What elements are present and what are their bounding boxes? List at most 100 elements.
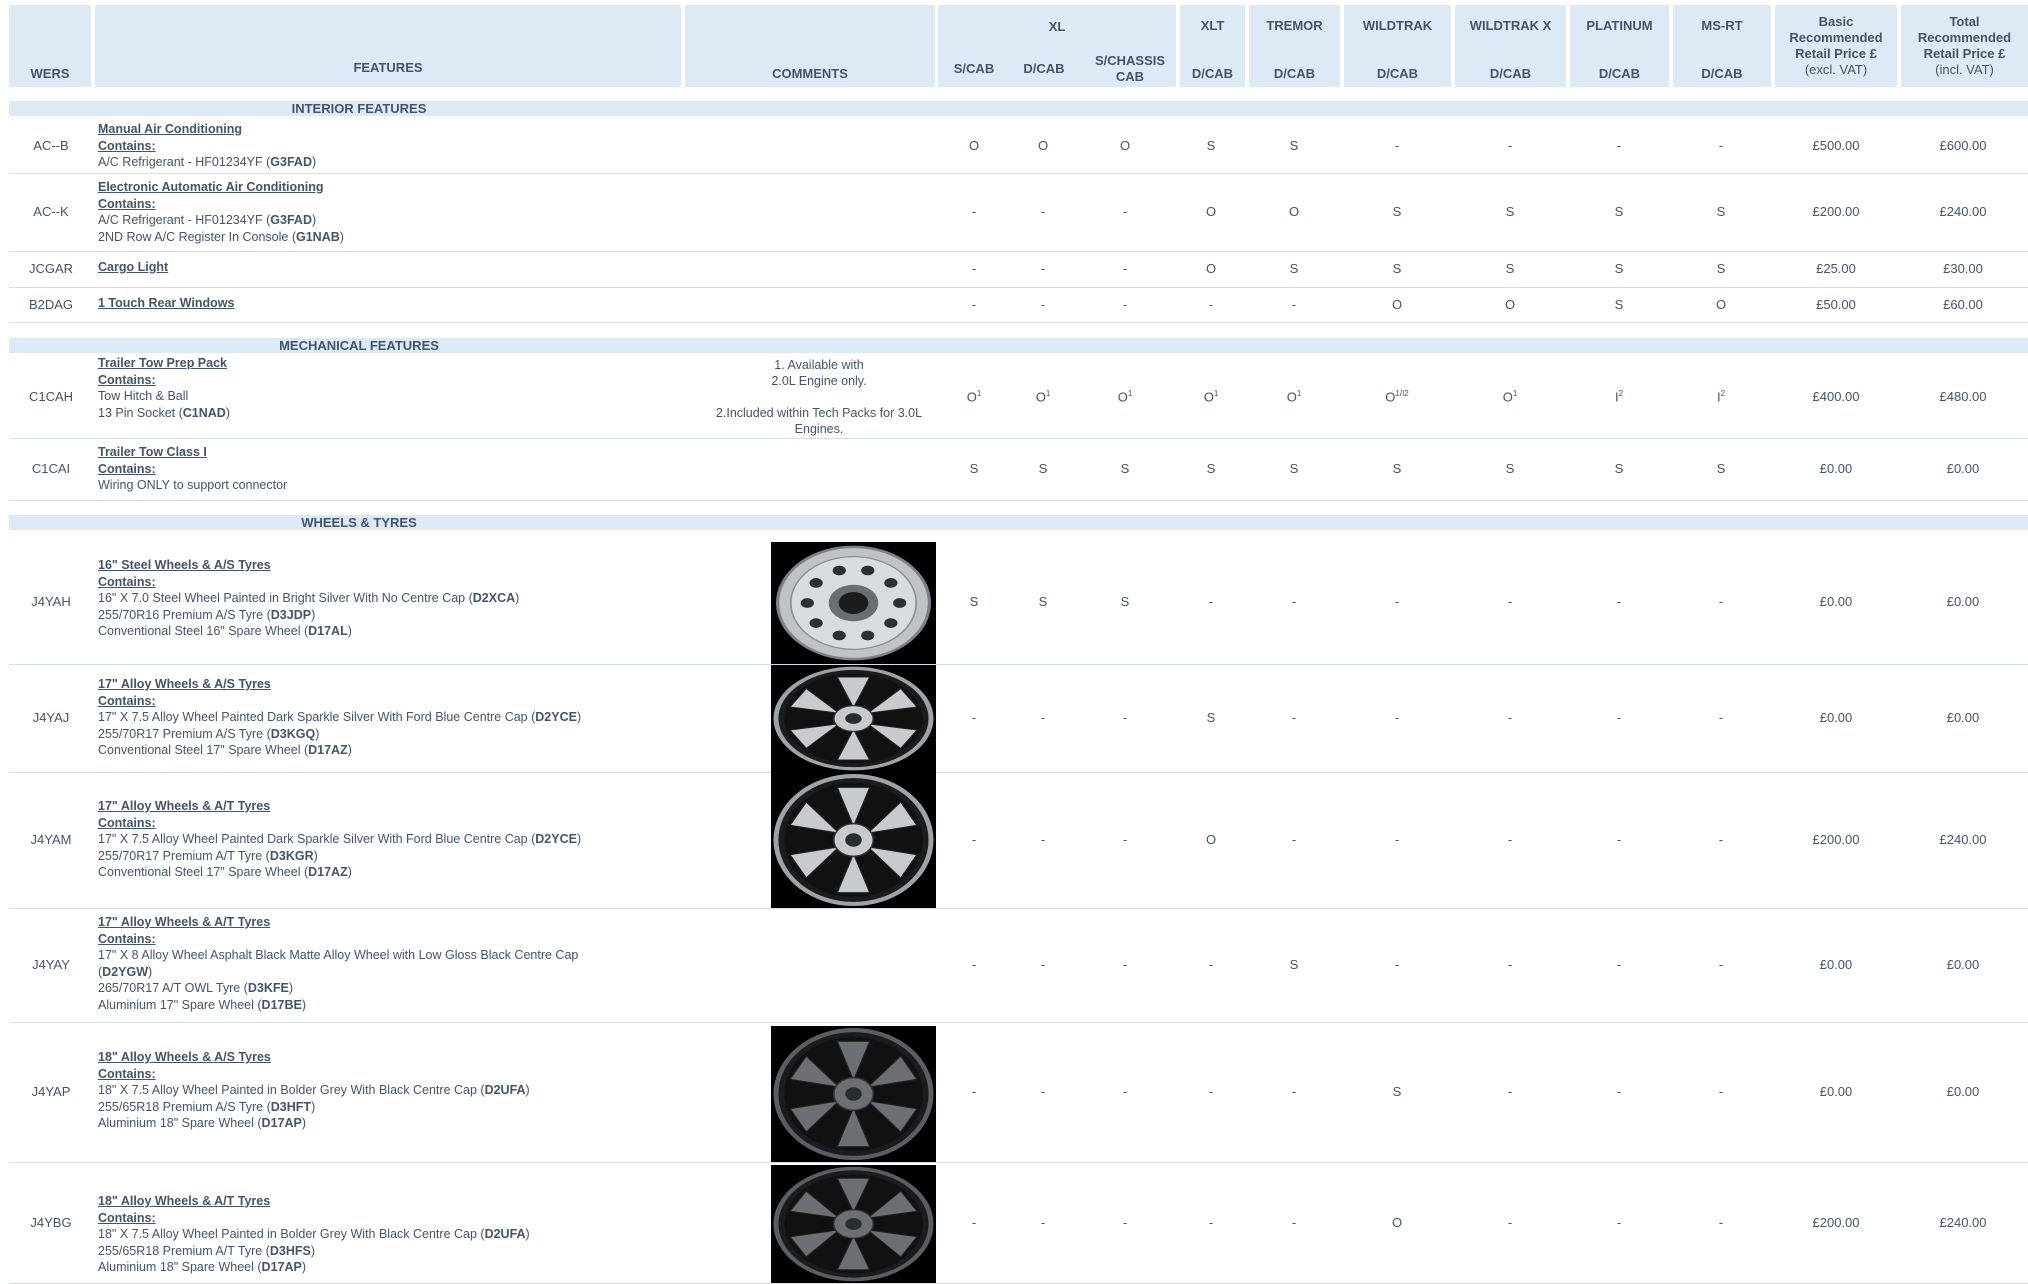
availability-code: -: [1122, 261, 1128, 276]
part-code: D3KGQ: [270, 726, 316, 741]
part-code: D2YCE: [535, 832, 577, 846]
feature-line: 2ND Row A/C Register In Console (G1NAB): [98, 229, 618, 246]
part-code: D3JDP: [270, 607, 312, 622]
feature-line: Aluminium 18" Spare Wheel (D17AP): [98, 1259, 618, 1276]
availability-code: O: [1715, 296, 1727, 312]
availability-cell: S: [1254, 261, 1334, 276]
line-text: 13 Pin Socket (: [98, 405, 183, 420]
basic-price: £0.00: [1819, 1084, 1853, 1099]
section-wheels: WHEELS & TYRES: [9, 515, 2028, 530]
availability-code: -: [1718, 710, 1724, 725]
line-suffix: ): [347, 865, 352, 879]
line-text: 255/70R16 Premium A/S Tyre (: [98, 607, 271, 622]
availability-code: -: [1040, 261, 1046, 276]
table-row: J4YAY 17" Alloy Wheels & A/T Tyres Contain…: [9, 908, 2028, 1023]
part-code: D3KFE: [247, 981, 289, 995]
availability-cell: S: [1171, 461, 1251, 476]
availability-code: -: [971, 957, 977, 972]
wers-code: AC--K: [33, 204, 69, 219]
availability-cell: I2: [1579, 389, 1659, 404]
availability-cell: -: [1579, 832, 1659, 847]
availability-cell: -: [1254, 710, 1334, 725]
footnote-marker: 1: [1213, 388, 1219, 398]
availability-cell: -: [1579, 1084, 1659, 1099]
availability-code: S: [1289, 461, 1299, 476]
basic-price: £200.00: [1812, 1214, 1860, 1230]
contains-label: Contains:: [98, 1210, 156, 1225]
feature-description: 16" Steel Wheels & A/S Tyres Contains: 16"…: [98, 557, 618, 640]
total-price: £0.00: [1946, 957, 1980, 972]
availability-code: -: [1291, 832, 1297, 847]
line-text: A/C Refrigerant - HF01234YF (: [98, 155, 271, 169]
feature-line: 17" X 8 Alloy Wheel Asphalt Black Matte …: [98, 947, 618, 964]
availability-code: S: [1614, 204, 1624, 219]
footnote-marker: 2: [1618, 388, 1624, 398]
availability-cell: -: [1085, 1215, 1165, 1230]
comment: 1. Available with 2.0L Engine only. 2.Inc…: [689, 357, 949, 437]
availability-code: O: [1391, 296, 1403, 312]
availability-code: -: [1122, 1214, 1128, 1230]
availability-cell: -: [1579, 957, 1659, 972]
footnote-marker: 2: [1720, 388, 1726, 398]
header-comments: COMMENTS: [685, 5, 935, 87]
availability-cell: -: [1171, 1084, 1251, 1099]
header-msrt-label: MS-RT: [1701, 18, 1743, 33]
feature-title: Trailer Tow Class I: [98, 445, 207, 459]
availability-code: -: [1208, 296, 1214, 312]
line-suffix: ): [311, 1099, 316, 1114]
header-basic-price: Basic Recommended Retail Price £ (excl. V…: [1775, 5, 1897, 87]
availability-cell: O1: [1254, 389, 1334, 404]
availability-cell: -: [1681, 957, 1761, 972]
availability-cell: S: [1470, 261, 1550, 276]
availability-cell: -: [1171, 297, 1251, 312]
availability-code: O: [1205, 261, 1217, 276]
availability-cell: -: [1085, 957, 1165, 972]
availability-code: S: [1206, 710, 1216, 725]
section-interior: INTERIOR FEATURES: [9, 101, 2028, 116]
line-text: 16" X 7.0 Steel Wheel Painted in Bright …: [98, 591, 473, 605]
total-price: £0.00: [1946, 594, 1980, 609]
line-suffix: ): [148, 964, 153, 979]
feature-title: 1 Touch Rear Windows: [98, 296, 235, 310]
availability-cell: S: [1579, 461, 1659, 476]
comment-line: 2.Included within Tech Packs for 3.0L: [715, 406, 923, 420]
part-code: G3FAD: [270, 155, 312, 169]
part-code: D17AZ: [308, 865, 348, 879]
line-suffix: ): [313, 848, 318, 863]
line-text: 255/65R18 Premium A/T Tyre (: [98, 1243, 270, 1258]
part-code: G1NAB: [296, 229, 340, 244]
availability-code: S: [1614, 461, 1624, 476]
availability-cell: -: [1681, 138, 1761, 153]
comment-line: 1. Available with: [774, 358, 864, 372]
availability-cell: -: [934, 204, 1014, 219]
availability-cell: -: [1003, 1084, 1083, 1099]
availability-cell: -: [1254, 1084, 1334, 1099]
availability-code: S: [1289, 957, 1299, 972]
footnote-marker: 1: [976, 388, 982, 398]
feature-line: 17" X 7.5 Alloy Wheel Painted Dark Spark…: [98, 831, 618, 848]
availability-code: O: [1205, 832, 1217, 847]
availability-cell: -: [1579, 138, 1659, 153]
availability-cell: -: [1579, 710, 1659, 725]
availability-code: O: [1288, 204, 1300, 219]
basic-price: £25.00: [1816, 261, 1856, 276]
total-price: £60.00: [1943, 296, 1983, 312]
availability-cell: S: [934, 594, 1014, 609]
availability-cell: -: [1681, 710, 1761, 725]
header-xl-group: XL S/CAB D/CAB S/CHASSIS CAB: [938, 5, 1176, 87]
wers-code: J4YAM: [30, 832, 72, 847]
availability-cell: O: [1254, 204, 1334, 219]
table-row: J4YAJ 17" Alloy Wheels & A/S Tyres Contain…: [9, 664, 2028, 773]
availability-cell: O1: [934, 389, 1014, 404]
availability-code: -: [1291, 1084, 1297, 1099]
availability-code: -: [1616, 710, 1622, 725]
availability-code: -: [1291, 296, 1297, 312]
availability-code: O: [966, 388, 977, 404]
availability-cell: S: [1357, 461, 1437, 476]
part-code: D2UFA: [484, 1227, 526, 1241]
header-wers: WERS: [9, 5, 91, 87]
availability-cell: S: [1003, 461, 1083, 476]
feature-line: A/C Refrigerant - HF01234YF (G3FAD): [98, 212, 618, 229]
part-code: D17AP: [261, 1116, 302, 1130]
header-xlt: XLT D/CAB: [1180, 5, 1245, 87]
